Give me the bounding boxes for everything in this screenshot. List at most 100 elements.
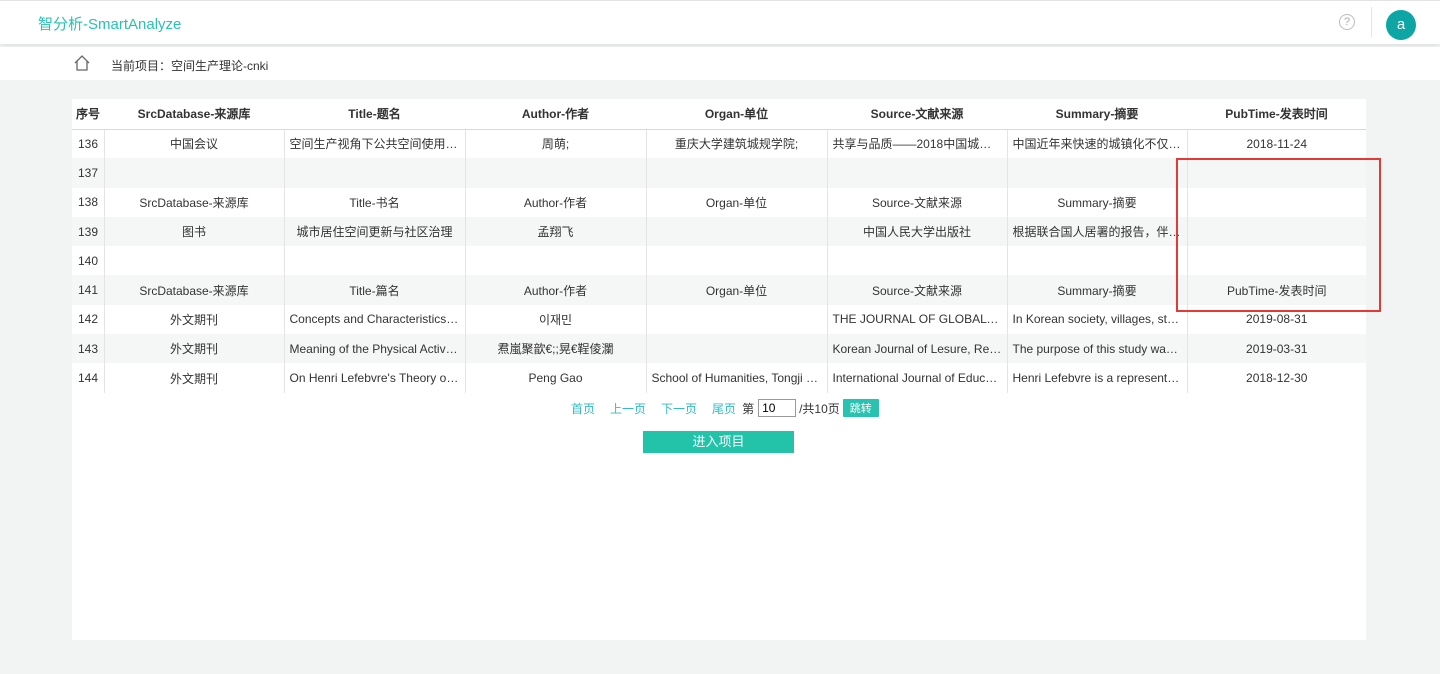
table-row[interactable]: 143 外文期刊 Meaning of the Physical Activity…… <box>72 334 1366 364</box>
table-cell: 根据联合国人居署的报告，伴随… <box>1006 216 1187 247</box>
table-cell <box>1006 246 1187 276</box>
table-cell <box>103 158 284 188</box>
table-row[interactable]: 140 <box>72 246 1366 276</box>
divider <box>1371 7 1372 37</box>
table-cell: 137 <box>72 158 104 188</box>
next-page-link[interactable]: 下一页 <box>661 400 697 417</box>
table-cell <box>283 246 465 276</box>
current-project-label: 当前项目：空间生产理论-cnki <box>111 59 269 73</box>
table-cell <box>464 246 646 276</box>
results-table: 序号 SrcDatabase-来源库 Title-题名 Author-作者 Or… <box>72 99 1366 393</box>
table-cell: 中国人民大学出版社 <box>826 216 1007 247</box>
home-icon[interactable] <box>73 54 91 72</box>
table-cell: The purpose of this study was t… <box>1006 334 1187 364</box>
column-header[interactable]: Source-文献来源 <box>827 99 1007 130</box>
table-cell <box>826 158 1007 188</box>
table-cell <box>464 158 646 188</box>
table-row[interactable]: 136 中国会议 空间生产视角下公共空间使用与… 周萌; 重庆大学建筑城规学院; 共享与品… <box>72 129 1366 159</box>
table-row[interactable]: 144 外文期刊 On Henri Lefebvre's Theory of … Pe… <box>72 363 1366 393</box>
avatar[interactable]: a <box>1386 10 1416 40</box>
table-cell: 2019-03-31 <box>1186 334 1366 364</box>
table-cell: 图书 <box>103 216 284 247</box>
table-row[interactable]: 138 SrcDatabase-来源库 Title-书名 Author-作者 Organ… <box>72 187 1366 217</box>
table-cell: 이재민 <box>464 304 646 335</box>
table-cell: Author-作者 <box>464 187 646 217</box>
page-total: /共10页 <box>799 401 840 416</box>
table-cell: 140 <box>78 253 99 268</box>
table-cell: 重庆大学建筑城规学院; <box>645 129 827 159</box>
prev-page-link[interactable]: 上一页 <box>610 400 646 417</box>
table-cell <box>645 334 827 364</box>
table-cell: Korean Journal of Lesure, Recr… <box>826 334 1007 364</box>
table-cell: 外文期刊 <box>103 304 284 335</box>
table-cell: On Henri Lefebvre's Theory of … <box>283 363 465 393</box>
table-cell: 共享与品质——2018中国城市… <box>826 129 1007 159</box>
column-header[interactable]: Organ-单位 <box>646 99 827 130</box>
table-cell: 136 <box>78 136 99 151</box>
highlight-annotation-box <box>1176 158 1381 312</box>
page-prefix: 第 <box>742 401 755 416</box>
table-cell: 138 <box>78 195 99 210</box>
table-cell: 空间生产视角下公共空间使用与… <box>283 129 465 159</box>
table-cell <box>645 158 827 188</box>
table-cell: 城市居住空间更新与社区治理 <box>283 216 465 247</box>
table-cell: 141 <box>72 275 104 305</box>
table-cell: 142 <box>78 312 99 327</box>
page-number-input[interactable] <box>758 399 797 417</box>
table-cell: 外文期刊 <box>103 363 284 393</box>
table-cell: SrcDatabase-来源库 <box>103 187 284 217</box>
column-header[interactable]: PubTime-发表时间 <box>1187 99 1366 130</box>
table-cell: Source-文献来源 <box>826 275 1007 305</box>
pagination: 首页 上一页 下一页 尾页 第 /共10页 跳转 <box>571 399 879 417</box>
results-panel: 序号 SrcDatabase-来源库 Title-题名 Author-作者 Or… <box>72 99 1366 640</box>
table-cell <box>645 216 827 247</box>
table-cell <box>645 246 827 276</box>
table-cell: School of Humanities, Tongji Un… <box>645 363 827 393</box>
enter-project-button[interactable]: 进入项目 <box>643 431 794 453</box>
column-header[interactable]: Author-作者 <box>465 99 646 130</box>
table-cell <box>283 158 465 188</box>
table-row[interactable]: 141 SrcDatabase-来源库 Title-篇名 Author-作者 Organ… <box>72 275 1366 305</box>
first-page-link[interactable]: 首页 <box>571 400 595 417</box>
table-cell: Summary-摘要 <box>1006 187 1187 217</box>
table-row[interactable]: 139 图书 城市居住空间更新与社区治理 孟翔飞 中国人民大学出版社 根据联合国人居署的报… <box>72 216 1366 247</box>
column-header[interactable]: SrcDatabase-来源库 <box>104 99 284 130</box>
table-cell <box>1006 158 1187 188</box>
table-cell <box>826 246 1007 276</box>
table-cell: Organ-单位 <box>645 275 827 305</box>
top-bar: 智分析-SmartAnalyze ? a <box>0 0 1440 44</box>
table-cell: 周萌; <box>464 129 646 159</box>
table-row[interactable]: 137 <box>72 158 1366 188</box>
table-cell: 中国近年来快速的城镇化不仅带… <box>1006 129 1187 159</box>
column-header[interactable]: Title-题名 <box>284 99 465 130</box>
table-cell: Henri Lefebvre is a representati… <box>1006 363 1187 393</box>
table-cell: SrcDatabase-来源库 <box>103 275 284 305</box>
table-cell <box>103 246 284 276</box>
table-cell: Summary-摘要 <box>1006 275 1187 305</box>
table-cell: In Korean society, villages, stre… <box>1006 304 1187 335</box>
table-cell: Concepts and Characteristics o… <box>283 304 465 335</box>
question-circle-icon[interactable]: ? <box>1339 14 1355 30</box>
table-row[interactable]: 142 外文期刊 Concepts and Characteristics o… 이재… <box>72 304 1366 335</box>
table-cell: 139 <box>72 216 104 247</box>
column-header[interactable]: 序号 <box>72 99 104 130</box>
breadcrumb: 当前项目：空间生产理论-cnki <box>0 47 1440 80</box>
last-page-link[interactable]: 尾页 <box>712 400 736 417</box>
table-cell: Source-文献来源 <box>826 187 1007 217</box>
table-cell <box>645 304 827 335</box>
table-cell: 143 <box>72 334 104 364</box>
table-cell: International Journal of Educati… <box>826 363 1007 393</box>
table-cell: 2018-12-30 <box>1186 363 1366 393</box>
table-cell: THE JOURNAL OF GLOBAL C… <box>826 304 1007 335</box>
table-cell: Meaning of the Physical Activity… <box>283 334 465 364</box>
table-header-row: 序号 SrcDatabase-来源库 Title-题名 Author-作者 Or… <box>72 99 1366 130</box>
table-cell: Peng Gao <box>464 363 646 393</box>
app-brand[interactable]: 智分析-SmartAnalyze <box>38 13 181 34</box>
table-cell: Author-作者 <box>464 275 646 305</box>
table-cell: 外文期刊 <box>103 334 284 364</box>
column-header[interactable]: Summary-摘要 <box>1007 99 1187 130</box>
table-cell: 2018-11-24 <box>1186 129 1366 159</box>
jump-button[interactable]: 跳转 <box>842 399 879 417</box>
table-cell: 144 <box>78 371 99 386</box>
table-cell: 中国会议 <box>103 129 284 159</box>
